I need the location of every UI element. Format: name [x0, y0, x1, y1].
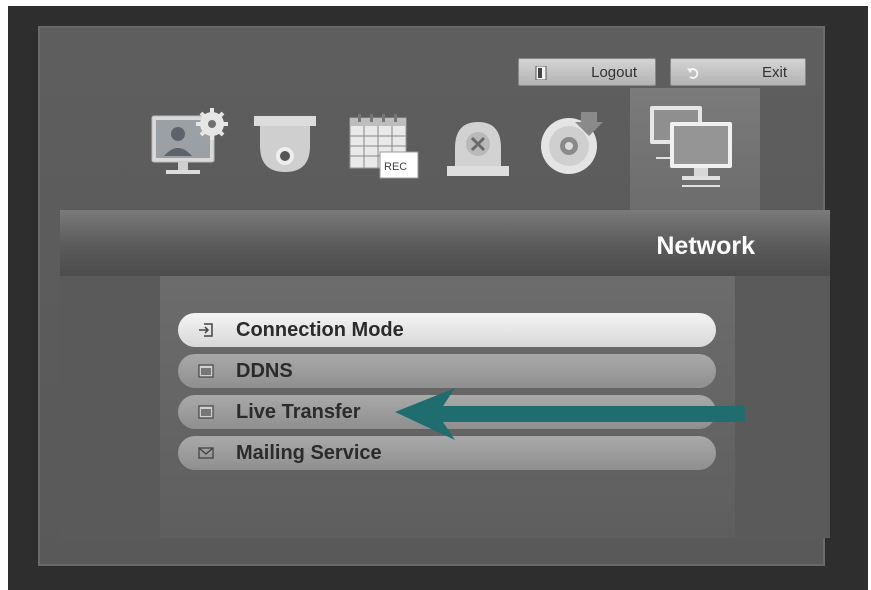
event-alarm-icon[interactable]: [445, 112, 511, 178]
logout-button[interactable]: Logout: [518, 58, 656, 86]
submenu-item-connection-mode[interactable]: Connection Mode: [178, 313, 716, 347]
submenu-item-label: DDNS: [236, 360, 293, 382]
network-icon[interactable]: [646, 102, 742, 194]
left-panel: [60, 276, 160, 538]
submenu-item-label: Live Transfer: [236, 401, 361, 423]
submenu-item-label: Connection Mode: [236, 319, 404, 341]
exit-label: Exit: [761, 64, 787, 81]
record-schedule-icon[interactable]: REC: [348, 112, 422, 182]
exit-button[interactable]: Exit: [670, 58, 806, 86]
envelope-icon: [198, 447, 214, 459]
dome-camera-icon[interactable]: [252, 114, 318, 176]
exit-icon: [687, 68, 699, 79]
top-menu: REC: [0, 100, 871, 195]
logout-label: Logout: [591, 64, 637, 81]
logout-icon: [535, 66, 547, 80]
login-icon: [199, 323, 213, 337]
svg-text:REC: REC: [384, 161, 407, 173]
backup-disc-icon[interactable]: [535, 108, 605, 178]
monitor-settings-icon[interactable]: [150, 108, 232, 180]
submenu-item-label: Mailing Service: [236, 442, 382, 464]
annotation-arrow: [395, 388, 745, 440]
window-icon: [198, 364, 214, 378]
section-title-bar: Network: [60, 210, 830, 276]
window-icon: [198, 405, 214, 419]
page-title: Network: [656, 232, 755, 260]
